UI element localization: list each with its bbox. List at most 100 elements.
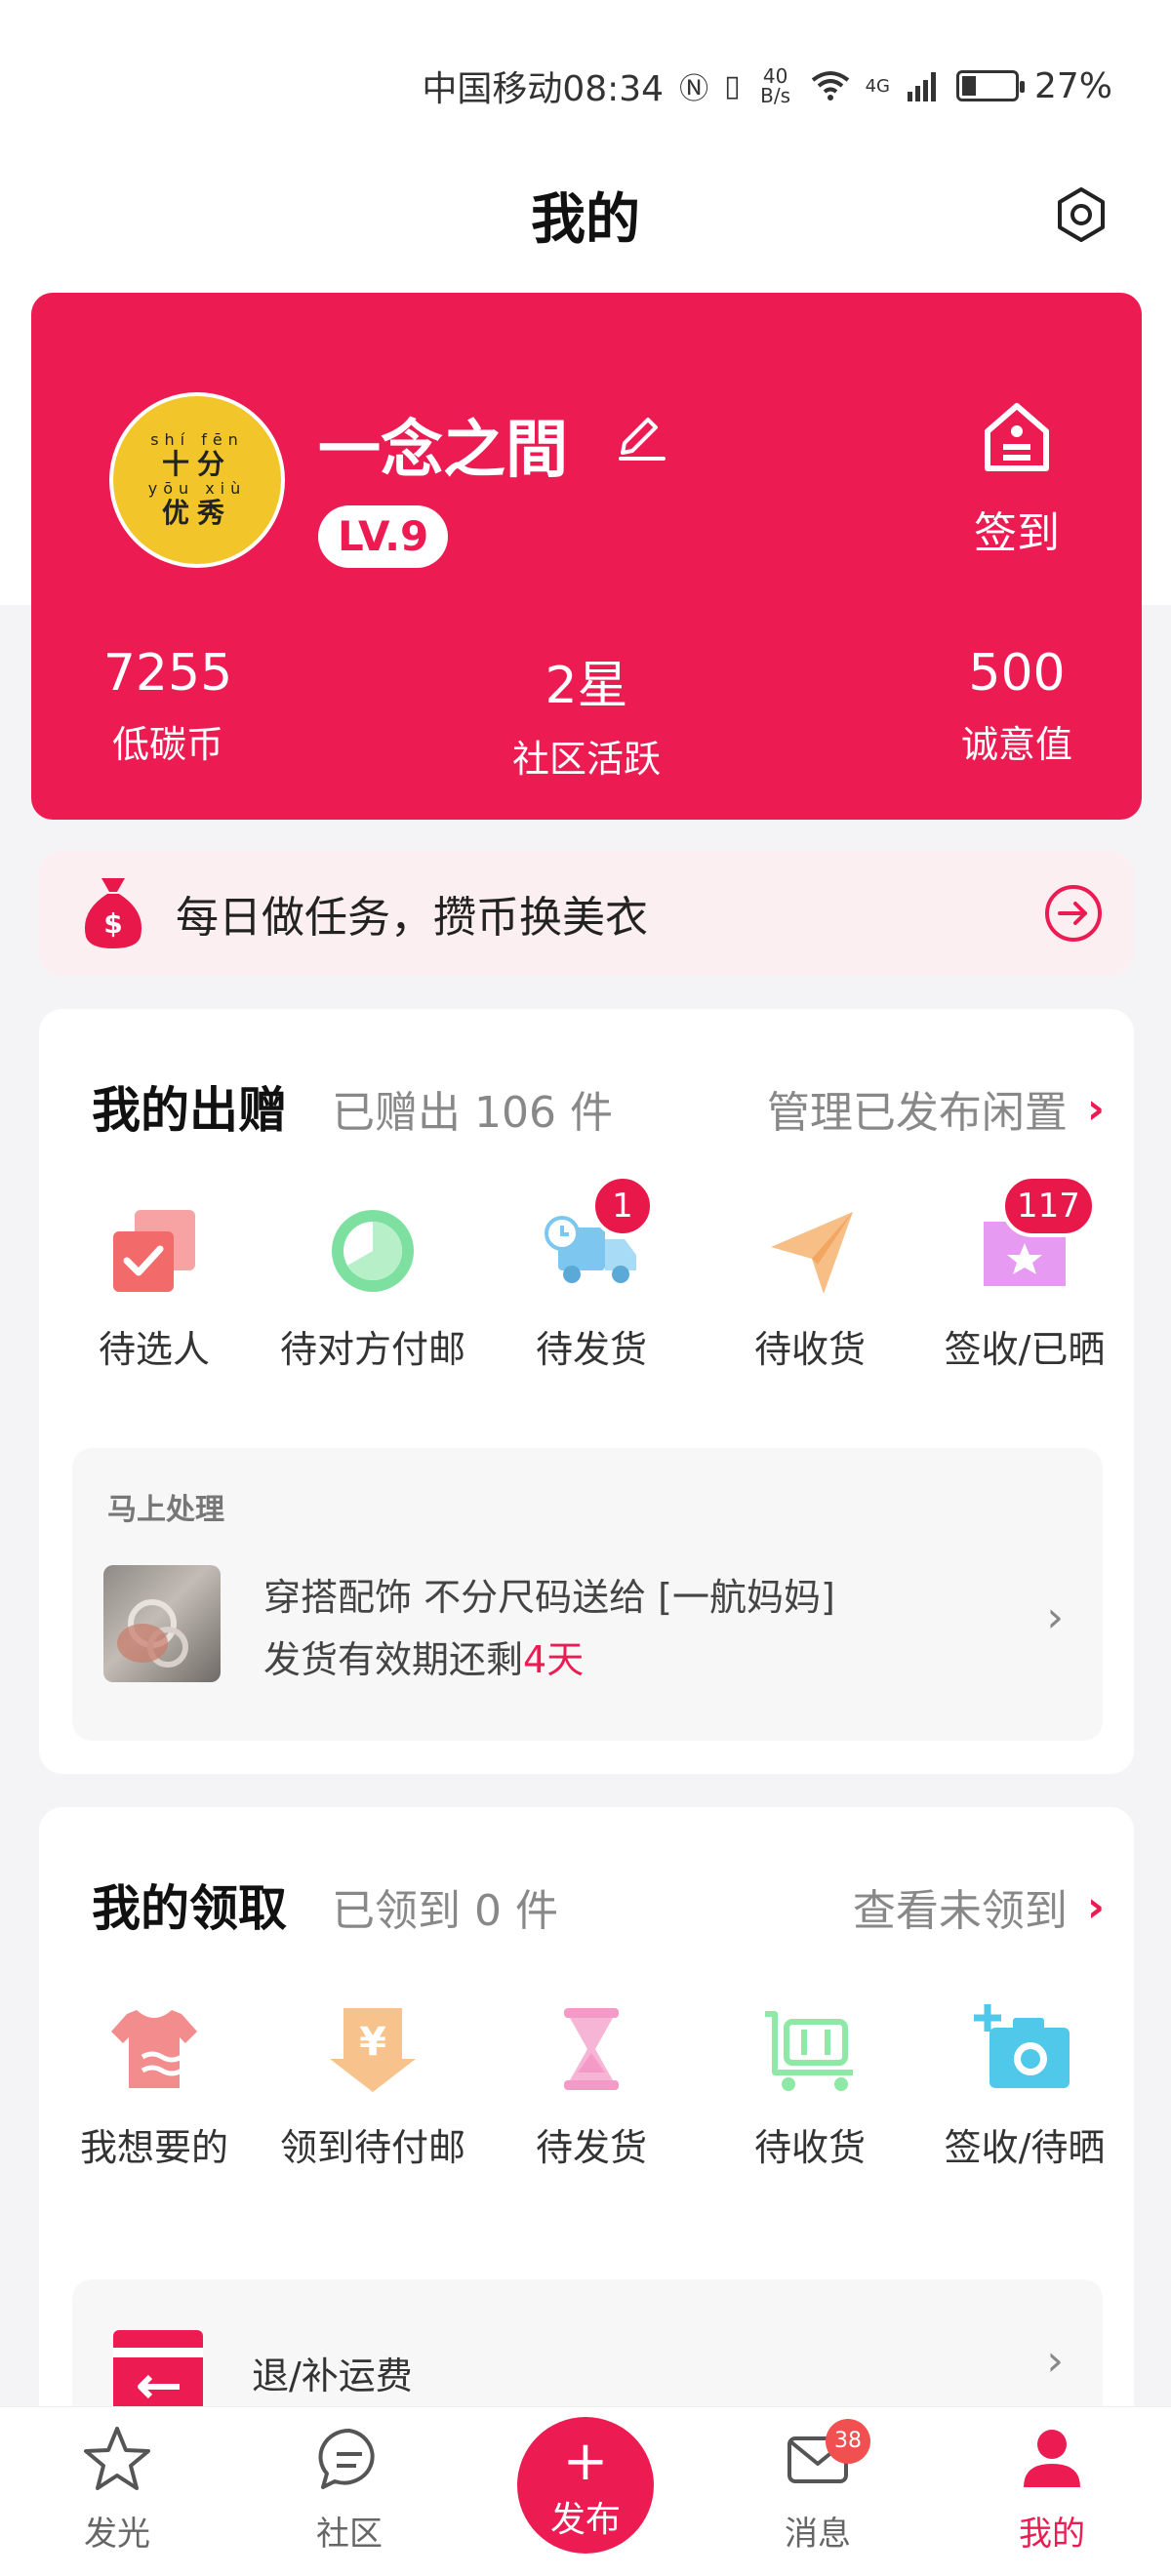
giving-to-receive[interactable]: 待收货 [701, 1204, 919, 1373]
count-badge: 117 [1001, 1175, 1096, 1237]
signin-label: 签到 [974, 508, 1060, 558]
chevron-right-icon: › [1086, 1881, 1105, 1932]
receiving-label: 领到待付邮 [279, 2126, 465, 2169]
nav-mine[interactable]: 我的 [974, 2425, 1130, 2555]
money-bag-icon: $ [84, 878, 142, 948]
urgent-task-title: 马上处理 [107, 1493, 224, 1527]
bottom-navigation: 发光 社区 + 发布 38 消息 我的 [0, 2406, 1171, 2576]
stat-value: 2星 [545, 657, 628, 715]
stat-community-activity[interactable]: 2星 社区活跃 [466, 644, 707, 783]
nav-messages[interactable]: 38 消息 [740, 2419, 896, 2555]
status-bar: 中国移动08:34 Ⓝ ▯ 40 B/s 4G 27% [422, 57, 1112, 115]
chevron-right-icon: › [1086, 1083, 1105, 1134]
publish-button[interactable]: + 发布 [517, 2417, 654, 2554]
tshirt-icon [111, 2010, 197, 2088]
publish-label: 发布 [549, 2500, 621, 2540]
page-title: 我的 [531, 188, 640, 252]
stat-value: 7255 [102, 644, 233, 703]
chevron-right-icon: › [1046, 2336, 1064, 2386]
receiving-label: 签收/待晒 [944, 2126, 1106, 2169]
stat-value: 500 [968, 644, 1066, 703]
network-type: 4G [865, 75, 890, 97]
chat-bubble-icon [318, 2428, 375, 2489]
giving-count: 已赠出 106 件 [332, 1088, 613, 1138]
net-speed: 40 B/s [760, 64, 791, 107]
giving-label: 签收/已晒 [944, 1328, 1106, 1371]
manage-published-label: 管理已发布闲置 [766, 1088, 1068, 1138]
profile-card: shí fēn 十分 yōu xiù 优秀 一念之間 LV.9 签到 7255 … [31, 293, 1142, 820]
nav-label: 发光 [84, 2515, 150, 2554]
my-receiving-card: 我的领取 已领到 0 件 查看未领到 › 我想要的 ¥ 领到待付邮 待发货 待收… [39, 1807, 1134, 2445]
username: 一念之間 [318, 415, 568, 487]
wifi-icon [811, 71, 849, 101]
signal-icon [907, 72, 936, 101]
item-description: 穿搭配饰 不分尺码送给 [一航妈妈] [263, 1576, 835, 1619]
receiving-to-receive[interactable]: 待收货 [701, 2002, 919, 2171]
signin-icon [985, 403, 1049, 471]
camera-plus-icon [974, 2004, 1070, 2088]
vibrate-icon: ▯ [724, 68, 741, 103]
avatar-text-top: 十分 [161, 448, 232, 480]
giving-status-row: 待选人 待对方付邮 待发货 1 待收货 签收/已晒 117 [39, 1175, 1134, 1409]
manage-published-link[interactable]: 管理已发布闲置 › [767, 1077, 1105, 1140]
receiving-signed-pending[interactable]: 签收/待晒 [915, 2002, 1134, 2171]
view-not-received-link[interactable]: 查看未领到 › [853, 1875, 1105, 1938]
avatar-ruby-bottom: yōu xiù [147, 479, 247, 498]
checkbox-stack-icon [113, 1210, 195, 1292]
promo-text: 每日做任务，攒币换美衣 [176, 893, 648, 943]
receiving-title: 我的领取 [92, 1880, 287, 1937]
item-thumbnail [103, 1565, 221, 1682]
giving-title: 我的出赠 [92, 1082, 287, 1139]
plus-icon: + [562, 2430, 609, 2493]
nav-label: 我的 [1019, 2515, 1085, 2554]
signin-button[interactable]: 签到 [929, 398, 1105, 560]
pencil-icon [619, 418, 666, 461]
stat-carbon-coins[interactable]: 7255 低碳币 [61, 644, 275, 768]
battery-icon [955, 70, 1025, 101]
receiving-label: 待发货 [535, 2126, 647, 2169]
chevron-right-icon: › [1046, 1592, 1064, 1642]
avatar-text-bottom: 优秀 [161, 497, 232, 529]
receiving-to-ship[interactable]: 待发货 [482, 2002, 701, 2171]
giving-pending-select[interactable]: 待选人 [45, 1204, 263, 1373]
count-badge: 1 [591, 1175, 654, 1237]
stat-label: 社区活跃 [511, 738, 661, 781]
nav-shine[interactable]: 发光 [39, 2425, 195, 2555]
battery-percent: 27% [1033, 65, 1112, 106]
receiving-wanted[interactable]: 我想要的 [45, 2002, 263, 2171]
settings-button[interactable] [1052, 185, 1110, 244]
luggage-cart-icon [765, 2011, 853, 2091]
my-giving-card: 我的出赠 已赠出 106 件 管理已发布闲置 › 待选人 待对方付邮 待发货 1… [39, 1009, 1134, 1774]
stat-label: 诚意值 [960, 723, 1072, 766]
nfc-icon: Ⓝ [679, 72, 709, 106]
stat-sincerity[interactable]: 500 诚意值 [909, 644, 1124, 768]
avatar-ruby-top: shí fēn [150, 430, 244, 449]
giving-to-ship[interactable]: 待发货 1 [482, 1175, 701, 1373]
giving-label: 待对方付邮 [279, 1328, 465, 1371]
clock-circle-icon [332, 1210, 414, 1292]
paper-plane-icon [771, 1212, 853, 1294]
view-not-received-label: 查看未领到 [852, 1886, 1068, 1936]
svg-text:$: $ [103, 907, 122, 940]
daily-task-banner[interactable]: $ 每日做任务，攒币换美衣 [39, 851, 1134, 976]
stat-label: 低碳币 [111, 723, 223, 766]
message-count-badge: 38 [826, 2419, 870, 2464]
giving-label: 待发货 [535, 1328, 647, 1371]
ship-deadline: 发货有效期还剩4天 [263, 1638, 585, 1681]
nav-community[interactable]: 社区 [271, 2425, 427, 2555]
receiving-label: 我想要的 [79, 2126, 228, 2169]
receiving-status-row: 我想要的 ¥ 领到待付邮 待发货 待收货 签收/待晒 [39, 2002, 1134, 2207]
hourglass-icon [564, 2008, 619, 2090]
avatar[interactable]: shí fēn 十分 yōu xiù 优秀 [109, 392, 285, 568]
urgent-task-panel[interactable]: 马上处理 穿搭配饰 不分尺码送给 [一航妈妈] 发货有效期还剩4天 › [72, 1448, 1103, 1741]
nav-label: 社区 [316, 2515, 383, 2554]
receiving-label: 待收货 [753, 2126, 866, 2169]
carrier-time: 中国移动08:34 [422, 69, 665, 109]
giving-await-postage[interactable]: 待对方付邮 [263, 1204, 482, 1373]
receiving-await-postage[interactable]: ¥ 领到待付邮 [263, 2002, 482, 2171]
ring-photo-icon [117, 1599, 188, 1668]
edit-profile-button[interactable] [609, 402, 671, 464]
wallet-return-icon [113, 2330, 203, 2412]
giving-signed-shown[interactable]: 签收/已晒 117 [915, 1175, 1134, 1373]
level-badge: LV.9 [318, 505, 449, 568]
